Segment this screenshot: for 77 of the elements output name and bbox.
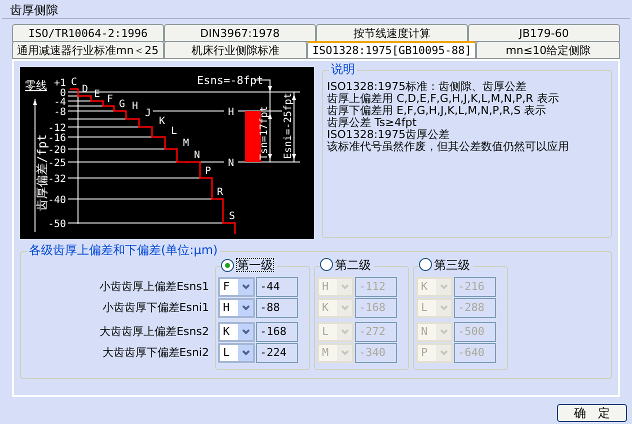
grade-letter: L [170,126,178,137]
description-line: 该标准代号虽然作废，但其公差数值仍然可以应用 [327,141,570,153]
esns-label: Esns=-8fpt [197,74,264,87]
value-field[interactable]: -168 [256,322,298,342]
lower-grade-label: N [228,158,234,169]
tick-label: -4 [54,97,66,108]
tick-label: -32 [48,174,66,185]
tab[interactable]: ISO/TR10064-2:1996 [12,24,164,42]
grade-letter: P [204,166,212,177]
description-line: 齿厚下偏差用 E,F,G,H,J,K,L,M,N,P,R,S 表示 [327,105,548,117]
tick-label: 0 [60,88,66,99]
description-line: ISO1328:1975标准：齿侧隙、齿厚公差 [327,81,528,93]
description-line: 齿厚公差 Ts≥4fpt [327,117,417,129]
radio-button[interactable] [221,258,234,272]
tab[interactable]: 通用减速器行业标准mn＜25 [12,41,164,59]
tab[interactable]: 按节线速度计算 [316,24,468,42]
row-label: 大齿齿厚上偏差Esns2 [100,324,209,340]
level-label: 第一级 [236,258,274,272]
tick-label: -50 [48,219,66,230]
chevron-icon [436,279,451,295]
tick-label: -8 [54,107,66,118]
chevron-icon [238,279,253,295]
row-label: 大齿齿厚下偏差Esni2 [102,345,209,361]
grade-letter: J [144,108,152,119]
chevron-icon [337,324,352,340]
chevron-icon [436,300,451,316]
tab[interactable]: ISO1328:1975[GB10095-88] [307,41,476,59]
chevron-icon [238,324,253,340]
zero-line-label: 零线 [25,79,47,92]
grade-letter: H [132,101,138,112]
grade-letter: G [118,99,126,110]
description-line: 齿厚上偏差用 C,D,E,F,G,H,J,K,L,M,N,P,R 表示 [327,93,560,105]
chevron-icon [238,345,253,361]
description-line: ISO1328:1975齿厚公差 [327,129,451,141]
group-title: 说明 [329,63,357,75]
tab[interactable]: JB179-60 [468,24,620,42]
grade-letter: M [182,138,190,149]
ok-button[interactable]: 确 定 [557,404,627,422]
value-field[interactable]: -88 [256,298,298,318]
row-label: 小齿齿厚上偏差Esns1 [100,279,209,295]
chevron-icon [238,300,253,316]
grade-dropdown[interactable]: L [218,343,255,363]
tolerance-bar [245,111,261,162]
axis-label: 齿厚偏差/fpt [35,134,49,211]
grade-letter: C [70,77,78,88]
level-label: 第三级 [434,258,470,270]
chevron-icon [436,345,451,361]
tick-label: -20 [48,145,66,156]
tick-label: +1 [54,78,66,89]
grade-letter: R [216,187,224,198]
tick-label: -40 [48,195,66,206]
grade-dropdown[interactable]: F [218,277,255,297]
tick-label: -12 [48,123,66,134]
upper-grade-label: H [228,107,234,118]
tab[interactable]: DIN3967:1978 [164,24,316,42]
grade-dropdown[interactable]: K [218,322,255,342]
tick-label: -25 [48,158,66,169]
grade-dropdown[interactable]: H [218,298,255,318]
chevron-icon [436,324,451,340]
level-label: 第二级 [335,258,371,270]
grade-letter: K [158,116,166,127]
tab[interactable]: 机床行业侧隙标准 [164,41,308,59]
group-title: 各级齿厚上偏差和下偏差(单位:μm) [27,244,220,256]
tab[interactable]: mn≤10给定侧隙 [476,41,620,59]
chevron-icon [337,300,352,316]
value-field[interactable]: -44 [256,277,298,297]
chevron-icon [337,345,352,361]
tsn-label: Tsn=17fpt [259,106,270,160]
window-title: 齿厚侧隙 [10,3,58,17]
esni-label: Esni=-25fpt [283,92,294,159]
grade-letter: S [228,211,236,222]
grade-letter: F [106,94,114,105]
chevron-icon [337,279,352,295]
row-label: 小齿齿厚下偏差Esni1 [102,300,209,316]
tick-label: -16 [48,133,66,144]
grade-letter: N [194,150,200,161]
value-field[interactable]: -224 [256,343,298,363]
